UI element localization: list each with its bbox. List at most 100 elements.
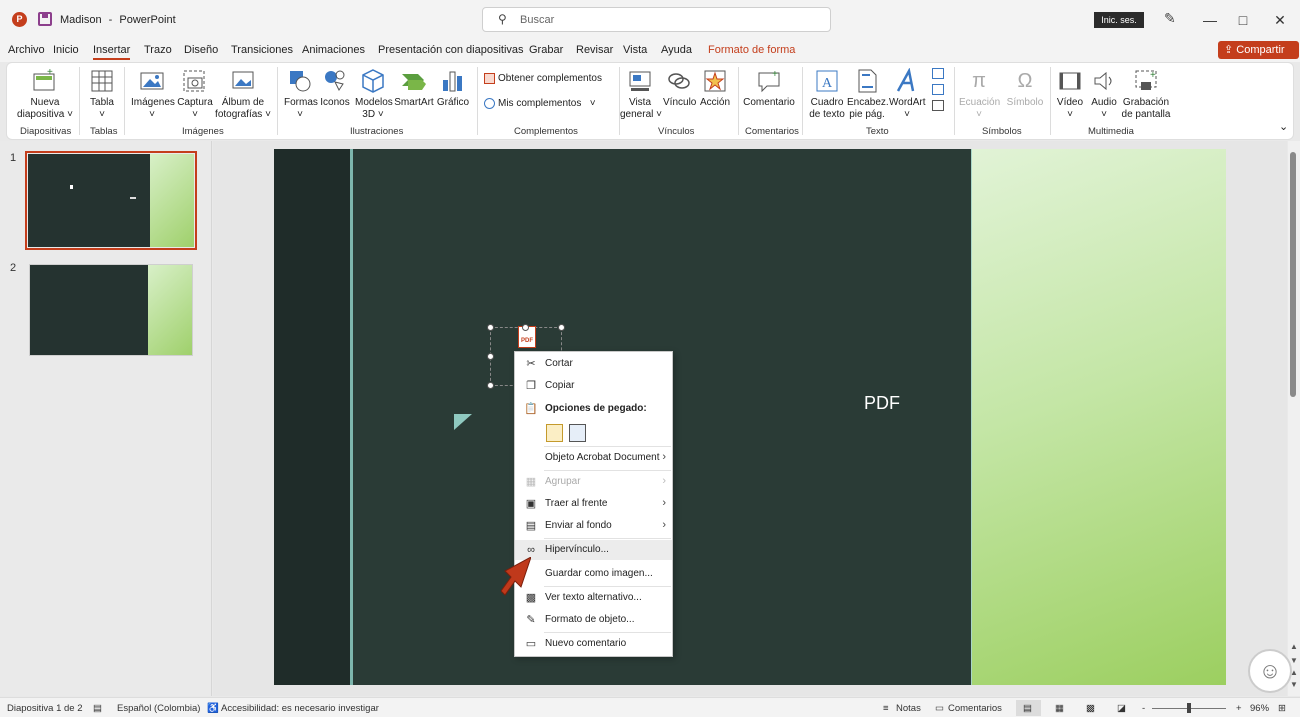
resize-handle[interactable] bbox=[487, 324, 494, 331]
tab-inicio[interactable]: Inicio bbox=[53, 44, 79, 56]
menu-item-objeto-acrobat[interactable]: Objeto Acrobat Document › bbox=[515, 448, 672, 468]
header-footer-button[interactable]: Encabez. pie pág. bbox=[847, 68, 889, 121]
search-placeholder[interactable]: Buscar bbox=[520, 14, 554, 26]
menu-item-formato-objeto[interactable]: ✎ Formato de objeto... bbox=[515, 610, 672, 630]
screen-recording-button[interactable]: + Grabación de pantalla bbox=[1121, 68, 1171, 121]
3d-models-button[interactable]: Modelos 3D ˅ bbox=[355, 68, 393, 121]
shapes-button[interactable]: Formas ˅ bbox=[284, 68, 318, 121]
audio-button[interactable]: Audio ˅ bbox=[1089, 68, 1119, 121]
object-icon[interactable] bbox=[932, 100, 944, 111]
get-addins-button[interactable]: Obtener complementos bbox=[484, 73, 602, 85]
zoom-in-icon[interactable]: + bbox=[1236, 703, 1242, 714]
zoom-out-icon[interactable]: - bbox=[1142, 703, 1145, 714]
slide-sorter-icon[interactable]: ▦ bbox=[1055, 703, 1064, 714]
notes-icon[interactable]: ≡ bbox=[883, 703, 889, 714]
new-slide-label-1: Nueva bbox=[30, 97, 60, 108]
signin-button[interactable]: Inic. ses. bbox=[1094, 12, 1144, 28]
pen-icon[interactable]: ✎ bbox=[1164, 10, 1176, 27]
menu-item-texto-alternativo[interactable]: ▩ Ver texto alternativo... bbox=[515, 588, 672, 608]
notes-button[interactable]: Notas bbox=[896, 703, 921, 714]
table-button[interactable]: Tabla ˅ bbox=[87, 68, 117, 121]
menu-item-nuevo-comentario[interactable]: ▭ Nuevo comentario bbox=[515, 634, 672, 654]
slide-number-icon[interactable] bbox=[932, 84, 944, 95]
scrollbar-thumb[interactable] bbox=[1290, 152, 1296, 397]
share-button[interactable]: ⇪ Compartir bbox=[1218, 41, 1299, 59]
tab-revisar[interactable]: Revisar bbox=[576, 44, 613, 56]
reading-view-icon[interactable]: ▩ bbox=[1086, 703, 1095, 714]
video-button[interactable]: Vídeo ˅ bbox=[1055, 68, 1085, 121]
paste-keep-source-icon[interactable] bbox=[546, 424, 563, 442]
submenu-arrow-icon: › bbox=[662, 519, 666, 531]
new-slide-button[interactable]: + Nueva diapositiva ˅ bbox=[17, 68, 73, 121]
accessibility-status[interactable]: Accesibilidad: es necesario investigar bbox=[221, 703, 379, 714]
menu-item-traer-frente[interactable]: ▣ Traer al frente › bbox=[515, 494, 672, 514]
comment-button[interactable]: + Comentario bbox=[743, 68, 795, 109]
divider bbox=[802, 67, 803, 135]
paste-picture-icon[interactable] bbox=[569, 424, 586, 442]
chart-button[interactable]: Gráfico bbox=[436, 68, 470, 109]
photo-album-button[interactable]: Álbum de fotografías ˅ bbox=[215, 68, 271, 121]
scroll-down-icon[interactable]: ▼ bbox=[1290, 656, 1298, 665]
scroll-up-icon[interactable]: ▲ bbox=[1290, 642, 1298, 651]
tab-animaciones[interactable]: Animaciones bbox=[302, 44, 365, 56]
resize-handle[interactable] bbox=[522, 324, 529, 331]
tab-archivo[interactable]: Archivo bbox=[8, 44, 45, 56]
symbol-button[interactable]: Ω Símbolo bbox=[1005, 68, 1045, 109]
slide-thumbnail-2[interactable] bbox=[29, 264, 193, 356]
action-button[interactable]: Acción bbox=[699, 68, 731, 109]
comments-button[interactable]: Comentarios bbox=[948, 703, 1002, 714]
tab-diseno[interactable]: Diseño bbox=[184, 44, 218, 56]
zoom-overview-button[interactable]: Vista general ˅ bbox=[620, 68, 662, 121]
fit-slide-icon[interactable]: ⊞ bbox=[1278, 703, 1286, 714]
menu-item-copiar[interactable]: ❐ Copiar bbox=[515, 376, 672, 396]
images-button[interactable]: Imágenes ˅ bbox=[131, 68, 175, 121]
screenshot-button[interactable]: Captura ˅ bbox=[175, 68, 215, 121]
normal-view-icon[interactable]: ▤ bbox=[1023, 703, 1032, 714]
collapse-ribbon-chevron-icon[interactable]: ⌄ bbox=[1279, 121, 1288, 133]
screen-recording-icon: + bbox=[1135, 70, 1157, 90]
resize-handle[interactable] bbox=[558, 324, 565, 331]
menu-item-hipervinculo[interactable]: ∞ Hipervínculo... bbox=[515, 540, 672, 560]
notes-page-icon[interactable]: ▤ bbox=[93, 703, 102, 714]
tab-vista[interactable]: Vista bbox=[623, 44, 647, 56]
smartart-button[interactable]: SmartArt bbox=[394, 68, 434, 109]
slide-canvas[interactable] bbox=[274, 149, 1226, 685]
menu-item-agrupar[interactable]: ▦ Agrupar › bbox=[515, 472, 672, 492]
wordart-button[interactable]: WordArt ˅ bbox=[889, 68, 926, 121]
menu-label: Nuevo comentario bbox=[545, 638, 627, 649]
slideshow-icon[interactable]: ◪ bbox=[1117, 703, 1126, 714]
zoom-level[interactable]: 96% bbox=[1250, 703, 1269, 714]
tab-ayuda[interactable]: Ayuda bbox=[661, 44, 692, 56]
link-button[interactable]: Vínculo bbox=[663, 68, 696, 109]
tab-insertar[interactable]: Insertar bbox=[93, 44, 130, 56]
next-slide-icon[interactable]: ▼ bbox=[1290, 680, 1298, 689]
my-addins-button[interactable]: Mis complementos ˅ bbox=[484, 98, 596, 110]
tab-trazo[interactable]: Trazo bbox=[144, 44, 172, 56]
tab-presentacion[interactable]: Presentación con diapositivas bbox=[378, 44, 524, 56]
menu-item-guardar-imagen[interactable]: Guardar como imagen... bbox=[515, 564, 672, 584]
accessibility-icon[interactable]: ♿ bbox=[207, 703, 219, 714]
menu-item-enviar-fondo[interactable]: ▤ Enviar al fondo › bbox=[515, 516, 672, 536]
slide-number-1: 1 bbox=[10, 152, 17, 164]
close-button[interactable]: ✕ bbox=[1266, 8, 1294, 32]
tab-transiciones[interactable]: Transiciones bbox=[231, 44, 293, 56]
search-box[interactable]: ⚲ Buscar bbox=[482, 7, 831, 32]
zoom-slider-thumb[interactable] bbox=[1187, 703, 1191, 713]
tab-grabar[interactable]: Grabar bbox=[529, 44, 563, 56]
menu-item-cortar[interactable]: ✂ Cortar bbox=[515, 354, 672, 374]
icons-button[interactable]: Iconos bbox=[319, 68, 351, 109]
maximize-button[interactable]: □ bbox=[1229, 8, 1257, 32]
resize-handle[interactable] bbox=[487, 382, 494, 389]
slide-pdf-text[interactable]: PDF bbox=[864, 393, 900, 414]
comments-icon[interactable]: ▭ bbox=[935, 703, 944, 714]
equation-button[interactable]: π Ecuación ˅ bbox=[959, 68, 1000, 121]
minimize-button[interactable]: — bbox=[1196, 8, 1224, 32]
slide-thumbnail-1[interactable] bbox=[25, 151, 197, 250]
resize-handle[interactable] bbox=[487, 353, 494, 360]
date-time-icon[interactable] bbox=[932, 68, 944, 79]
save-icon[interactable] bbox=[38, 12, 52, 26]
tab-formato-forma[interactable]: Formato de forma bbox=[708, 44, 795, 56]
group-diapositivas: Diapositivas bbox=[20, 126, 72, 137]
textbox-button[interactable]: A Cuadro de texto bbox=[808, 68, 846, 121]
language-status[interactable]: Español (Colombia) bbox=[117, 703, 200, 714]
